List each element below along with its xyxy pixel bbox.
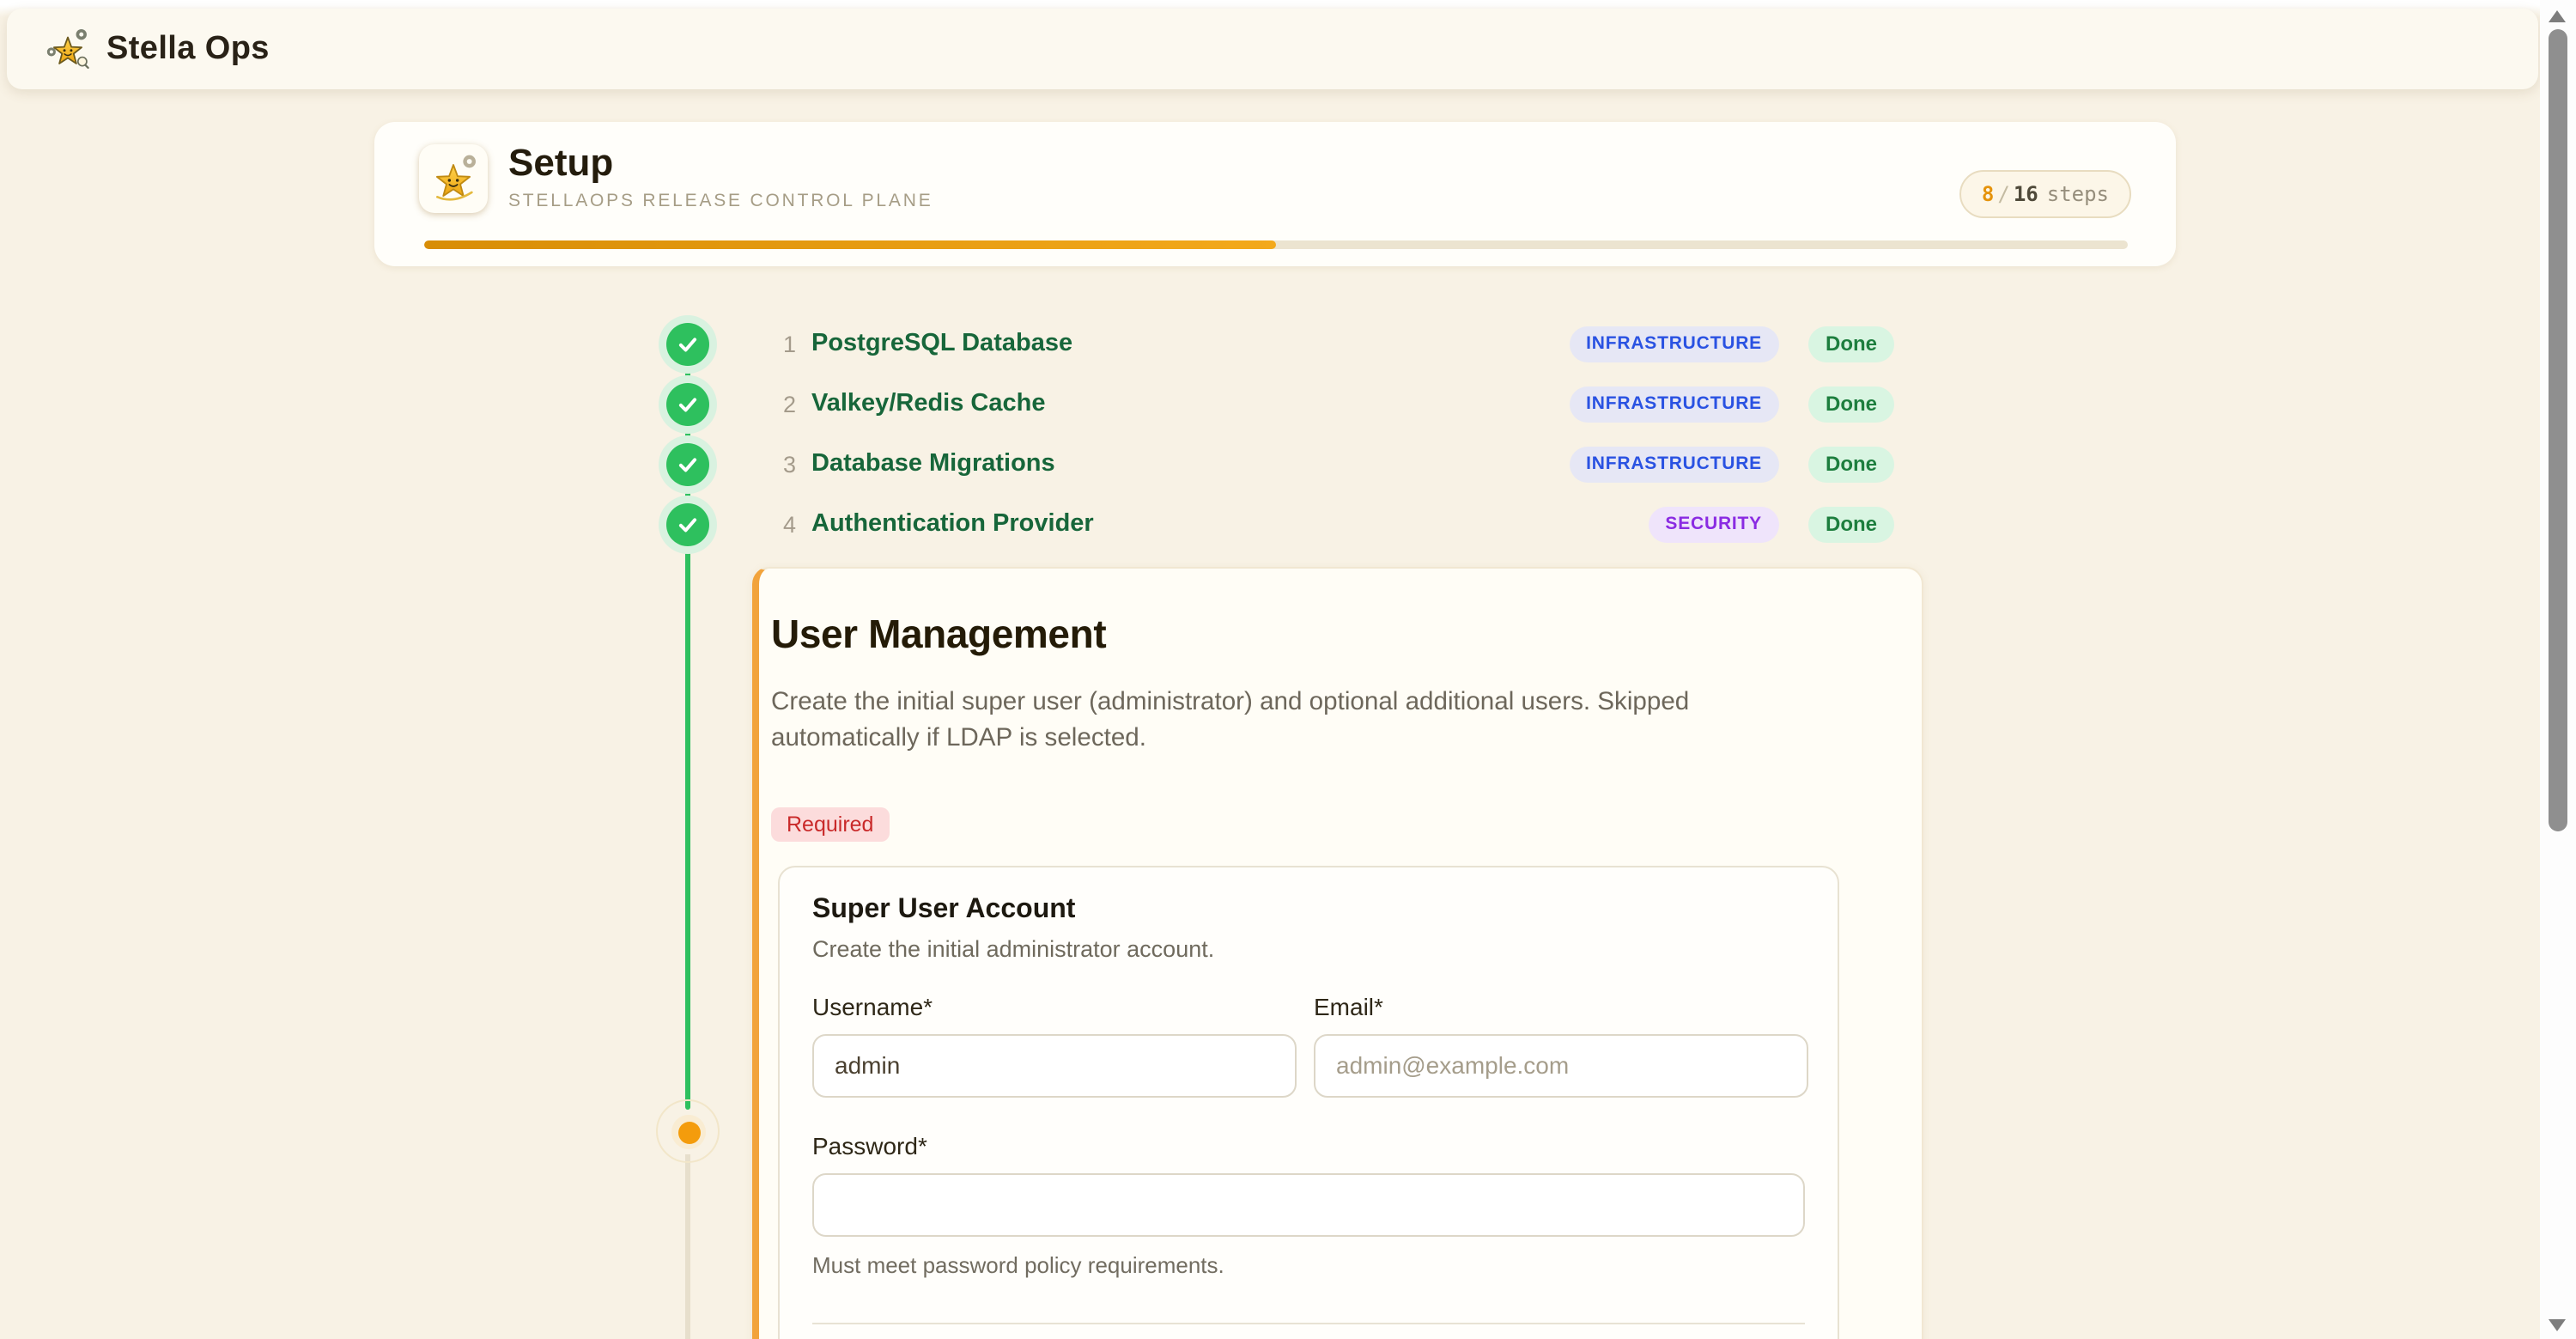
status-badge: Done	[1808, 326, 1894, 362]
step-row-database-migrations[interactable]: 3 Database Migrations INFRASTRUCTURE Don…	[653, 441, 1894, 486]
email-field[interactable]	[1314, 1033, 1808, 1097]
section-description: Create the initial super user (administr…	[771, 685, 1741, 759]
step-row-authentication-provider[interactable]: 4 Authentication Provider SECURITY Done	[653, 502, 1894, 546]
steps-total: 16	[2014, 182, 2038, 206]
check-icon	[665, 442, 708, 485]
current-step-dot	[677, 1121, 700, 1143]
step-number: 3	[770, 451, 796, 477]
status-badge: Done	[1808, 446, 1894, 482]
user-management-card: User Management Create the initial super…	[752, 567, 1923, 1339]
password-hint: Must meet password policy requirements.	[812, 1251, 1805, 1277]
steps-word: steps	[2047, 182, 2109, 206]
category-badge: INFRASTRUCTURE	[1569, 326, 1779, 362]
step-number: 4	[770, 511, 796, 537]
page-subtitle: STELLAOPS RELEASE CONTROL PLANE	[508, 192, 933, 212]
step-title: Database Migrations	[811, 450, 1055, 478]
steps-current: 8	[1982, 182, 1994, 206]
username-label: Username*	[812, 992, 1297, 1019]
username-field[interactable]	[812, 1033, 1297, 1097]
step-number: 1	[770, 331, 796, 356]
setup-page: Stella Ops Setup STELLAOPS RELEASE CONTR…	[0, 0, 2576, 1339]
super-user-subheading: Create the initial administrator account…	[812, 935, 1805, 961]
password-label: Password*	[812, 1131, 1805, 1159]
setup-progress-fill	[424, 240, 1276, 249]
check-icon	[665, 502, 708, 545]
required-badge: Required	[771, 806, 889, 841]
email-label: Email*	[1314, 992, 1808, 1019]
step-number: 2	[770, 391, 796, 417]
steps-progress-badge: 8 / 16 steps	[1959, 170, 2131, 218]
top-app-bar: Stella Ops	[7, 9, 2538, 89]
scrollbar-up-arrow-icon[interactable]	[2549, 10, 2566, 22]
step-title: PostgreSQL Database	[811, 330, 1072, 357]
category-badge: SECURITY	[1648, 506, 1779, 542]
step-row-postgresql-database[interactable]: 1 PostgreSQL Database INFRASTRUCTURE Don…	[653, 321, 1894, 366]
step-title: Authentication Provider	[811, 510, 1094, 538]
section-title: User Management	[771, 612, 1836, 659]
check-icon	[665, 382, 708, 425]
password-field[interactable]	[812, 1172, 1805, 1236]
status-badge: Done	[1808, 386, 1894, 422]
setup-header-card: Setup STELLAOPS RELEASE CONTROL PLANE 8 …	[374, 122, 2176, 266]
status-badge: Done	[1808, 506, 1894, 542]
super-user-panel: Super User Account Create the initial ad…	[778, 865, 1839, 1339]
scrollbar-down-arrow-icon[interactable]	[2549, 1319, 2566, 1331]
section-divider	[812, 1322, 1805, 1324]
check-icon	[665, 322, 708, 365]
setup-mascot-icon	[419, 144, 488, 213]
vertical-scrollbar[interactable]	[2540, 0, 2576, 1339]
steps-separator: /	[1997, 182, 2009, 206]
step-title: Valkey/Redis Cache	[811, 390, 1045, 417]
timeline-upcoming-line	[685, 1154, 690, 1339]
page-title: Setup	[508, 141, 933, 185]
scrollbar-thumb[interactable]	[2549, 29, 2567, 831]
setup-progress-track	[424, 240, 2128, 249]
category-badge: INFRASTRUCTURE	[1569, 446, 1779, 482]
app-title: Stella Ops	[106, 30, 270, 68]
super-user-heading: Super User Account	[812, 894, 1805, 925]
category-badge: INFRASTRUCTURE	[1569, 386, 1779, 422]
stella-ops-logo-icon	[45, 26, 91, 72]
step-row-valkey-redis-cache[interactable]: 2 Valkey/Redis Cache INFRASTRUCTURE Done	[653, 381, 1894, 426]
